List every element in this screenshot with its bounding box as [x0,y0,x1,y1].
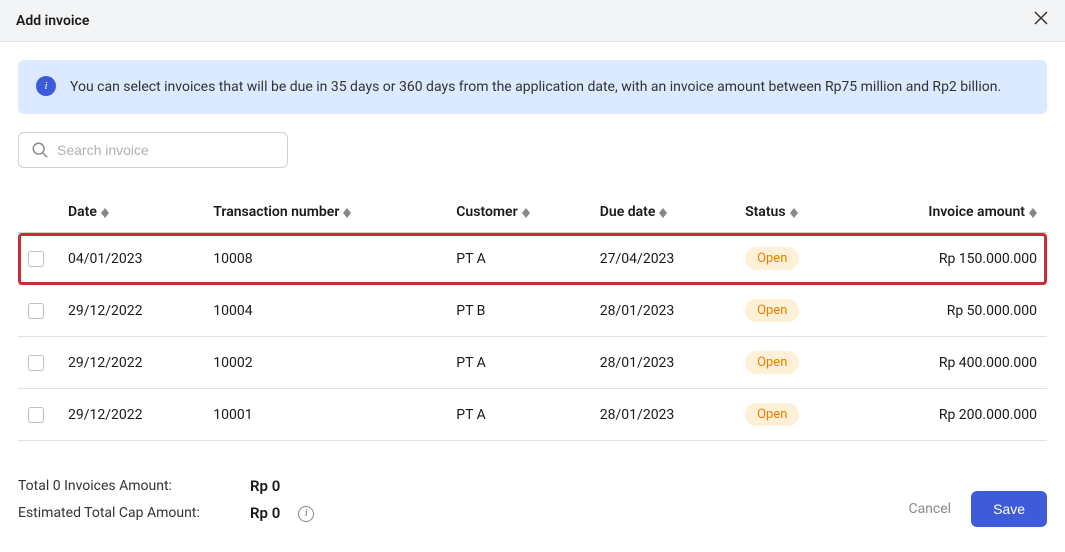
cell-customer: PT A [446,389,590,441]
col-checkbox [18,192,58,233]
table-row[interactable]: 29/12/202210002PT A28/01/2023 Open Rp 400.… [18,337,1047,389]
col-status[interactable]: Status [735,192,849,233]
total-invoices-value: Rp 0 [250,473,280,500]
sort-icon [522,208,530,218]
info-icon: i [36,76,56,96]
row-checkbox[interactable] [28,303,44,319]
cell-status: Open [735,337,849,389]
col-date[interactable]: Date [58,192,203,233]
sort-icon [790,208,798,218]
search-box[interactable] [18,132,288,168]
status-badge: Open [745,247,799,270]
col-due-label: Due date [600,204,656,220]
col-txn-label: Transaction number [213,204,339,220]
status-badge: Open [745,403,799,426]
cell-amount: Rp 200.000.000 [849,389,1047,441]
col-amount-label: Invoice amount [928,204,1025,220]
invoice-table: Date Transaction number Customer Due dat… [18,192,1047,441]
cell-txn: 10008 [203,233,446,285]
cell-date: 04/01/2023 [58,233,203,285]
row-checkbox[interactable] [28,407,44,423]
cell-txn: 10002 [203,337,446,389]
cell-due: 28/01/2023 [590,389,735,441]
cap-amount-value: Rp 0 [250,500,280,527]
total-invoices-label: Total 0 Invoices Amount: [18,474,238,499]
close-button[interactable] [1033,10,1049,31]
cancel-button[interactable]: Cancel [908,501,951,517]
close-icon [1033,10,1049,26]
cell-date: 29/12/2022 [58,389,203,441]
cell-status: Open [735,389,849,441]
table-row[interactable]: 29/12/202210001PT A28/01/2023 Open Rp 200.… [18,389,1047,441]
cell-due: 27/04/2023 [590,233,735,285]
col-due[interactable]: Due date [590,192,735,233]
col-customer[interactable]: Customer [446,192,590,233]
col-customer-label: Customer [456,204,517,220]
cell-status: Open [735,233,849,285]
cell-txn: 10004 [203,285,446,337]
info-banner-text: You can select invoices that will be due… [70,76,1001,98]
table-row[interactable]: 04/01/202310008PT A27/04/2023 Open Rp 150.… [18,233,1047,285]
sort-icon [343,208,351,218]
totals-block: Total 0 Invoices Amount: Rp 0 Estimated … [18,473,314,527]
status-badge: Open [745,299,799,322]
cell-status: Open [735,285,849,337]
cell-due: 28/01/2023 [590,337,735,389]
cell-due: 28/01/2023 [590,285,735,337]
search-input[interactable] [57,142,275,158]
cell-amount: Rp 150.000.000 [849,233,1047,285]
modal-title: Add invoice [16,13,89,29]
info-tooltip-icon[interactable]: i [298,506,314,522]
cell-txn: 10001 [203,389,446,441]
col-txn[interactable]: Transaction number [203,192,446,233]
cell-amount: Rp 400.000.000 [849,337,1047,389]
footer-actions: Cancel Save [908,491,1047,527]
search-icon [31,141,49,159]
sort-icon [1029,208,1037,218]
sort-icon [101,208,109,218]
col-amount[interactable]: Invoice amount [849,192,1047,233]
modal-header: Add invoice [0,0,1065,42]
row-checkbox[interactable] [28,355,44,371]
cell-customer: PT A [446,233,590,285]
sort-icon [659,208,667,218]
save-button[interactable]: Save [971,491,1047,527]
cell-amount: Rp 50.000.000 [849,285,1047,337]
info-banner: i You can select invoices that will be d… [18,60,1047,114]
modal-footer: Total 0 Invoices Amount: Rp 0 Estimated … [0,459,1065,545]
col-date-label: Date [68,204,97,220]
col-status-label: Status [745,204,785,220]
cell-customer: PT B [446,285,590,337]
table-row[interactable]: 29/12/202210004PT B28/01/2023 Open Rp 50.0… [18,285,1047,337]
cell-date: 29/12/2022 [58,337,203,389]
cell-customer: PT A [446,337,590,389]
status-badge: Open [745,351,799,374]
cell-date: 29/12/2022 [58,285,203,337]
row-checkbox[interactable] [28,251,44,267]
cap-amount-label: Estimated Total Cap Amount: [18,501,238,526]
modal-body: i You can select invoices that will be d… [0,42,1065,459]
